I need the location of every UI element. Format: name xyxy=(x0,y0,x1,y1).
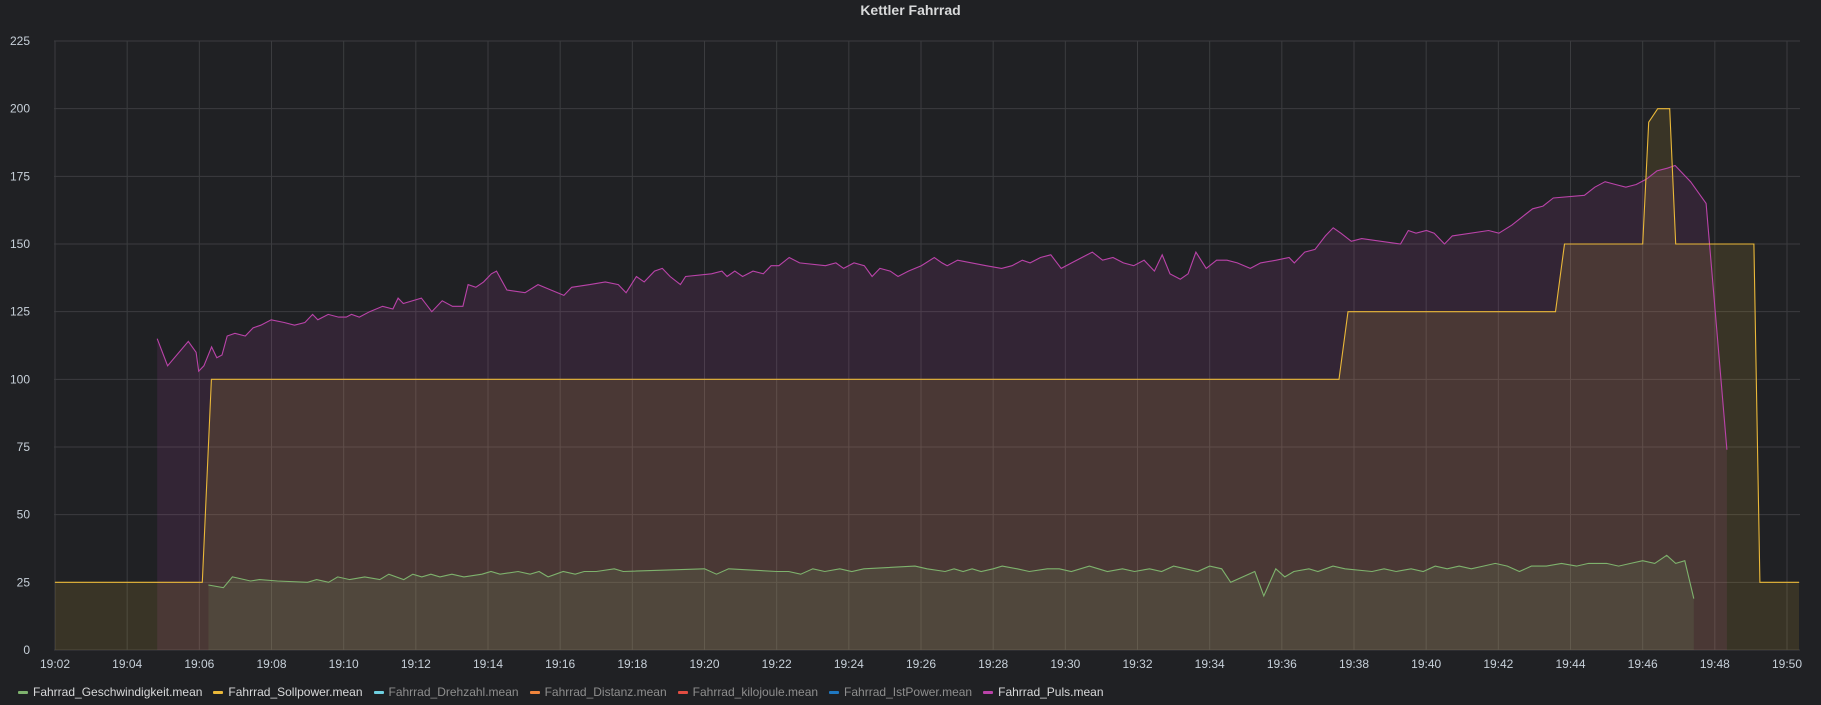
legend-item[interactable]: Fahrrad_Geschwindigkeit.mean xyxy=(18,685,202,699)
y-tick-label: 175 xyxy=(10,169,30,183)
legend-label: Fahrrad_kilojoule.mean xyxy=(692,685,819,699)
legend-swatch xyxy=(18,690,28,694)
x-tick-label: 19:40 xyxy=(1411,657,1441,671)
x-tick-label: 19:34 xyxy=(1195,657,1225,671)
y-tick-label: 0 xyxy=(23,643,30,657)
x-tick-label: 19:46 xyxy=(1628,657,1658,671)
x-tick-label: 19:22 xyxy=(762,657,792,671)
chart[interactable]: 19:02 19:04 19:06 19:08 19:10 19:12 19:14 19:16… xyxy=(0,0,1821,680)
x-tick-label: 19:04 xyxy=(112,657,142,671)
x-tick-label: 19:26 xyxy=(906,657,936,671)
legend-swatch xyxy=(829,690,840,694)
x-tick-label: 19:24 xyxy=(834,657,864,671)
legend-item[interactable]: Fahrrad_Sollpower.mean xyxy=(213,685,363,699)
y-tick-label: 200 xyxy=(10,102,30,116)
legend-item[interactable]: Fahrrad_Drehzahl.mean xyxy=(373,685,519,699)
x-tick-label: 19:32 xyxy=(1122,657,1152,671)
x-tick-label: 19:30 xyxy=(1050,657,1080,671)
x-tick-label: 19:16 xyxy=(545,657,575,671)
legend-label: Fahrrad_Distanz.mean xyxy=(544,685,667,699)
y-tick-label: 25 xyxy=(17,575,31,589)
x-tick-label: 19:20 xyxy=(689,657,719,671)
legend-item[interactable]: Fahrrad_Puls.mean xyxy=(983,685,1104,699)
legend-item[interactable]: Fahrrad_IstPower.mean xyxy=(829,685,972,699)
legend-swatch xyxy=(529,690,540,694)
legend-label: Fahrrad_Puls.mean xyxy=(998,685,1104,699)
legend-item[interactable]: Fahrrad_kilojoule.mean xyxy=(677,685,819,699)
y-tick-label: 75 xyxy=(17,440,31,454)
x-tick-label: 19:28 xyxy=(978,657,1008,671)
x-tick-label: 19:18 xyxy=(617,657,647,671)
graph-panel: Kettler Fahrrad 19:02 19:04 19:06 19:08 19:1… xyxy=(0,0,1821,705)
x-tick-label: 19:10 xyxy=(329,657,359,671)
x-tick-label: 19:50 xyxy=(1772,657,1802,671)
y-tick-label: 125 xyxy=(10,305,30,319)
x-tick-label: 19:06 xyxy=(184,657,214,671)
x-tick-label: 19:12 xyxy=(401,657,431,671)
x-tick-label: 19:42 xyxy=(1483,657,1513,671)
y-tick-label: 100 xyxy=(10,372,30,386)
x-axis-labels: 19:02 19:04 19:06 19:08 19:10 19:12 19:14 19:16… xyxy=(40,657,1802,671)
y-tick-label: 50 xyxy=(17,508,31,522)
y-tick-label: 225 xyxy=(10,34,30,48)
legend-label: Fahrrad_Sollpower.mean xyxy=(228,685,363,699)
x-tick-label: 19:48 xyxy=(1700,657,1730,671)
legend: Fahrrad_Geschwindigkeit.mean Fahrrad_Soll… xyxy=(18,682,1115,702)
legend-swatch xyxy=(213,690,224,694)
x-tick-label: 19:14 xyxy=(473,657,503,671)
y-tick-label: 150 xyxy=(10,237,30,251)
legend-swatch xyxy=(373,690,384,694)
x-tick-label: 19:02 xyxy=(40,657,70,671)
x-tick-label: 19:08 xyxy=(256,657,286,671)
legend-swatch xyxy=(983,690,994,694)
legend-label: Fahrrad_Geschwindigkeit.mean xyxy=(33,685,203,699)
y-axis-labels: 0 25 50 75 100 125 150 175 200 225 xyxy=(10,34,30,657)
legend-label: Fahrrad_Drehzahl.mean xyxy=(388,685,519,699)
x-tick-label: 19:44 xyxy=(1555,657,1585,671)
legend-swatch xyxy=(677,690,688,694)
x-tick-label: 19:38 xyxy=(1339,657,1369,671)
legend-label: Fahrrad_IstPower.mean xyxy=(844,685,973,699)
legend-item[interactable]: Fahrrad_Distanz.mean xyxy=(529,685,667,699)
x-tick-label: 19:36 xyxy=(1267,657,1297,671)
